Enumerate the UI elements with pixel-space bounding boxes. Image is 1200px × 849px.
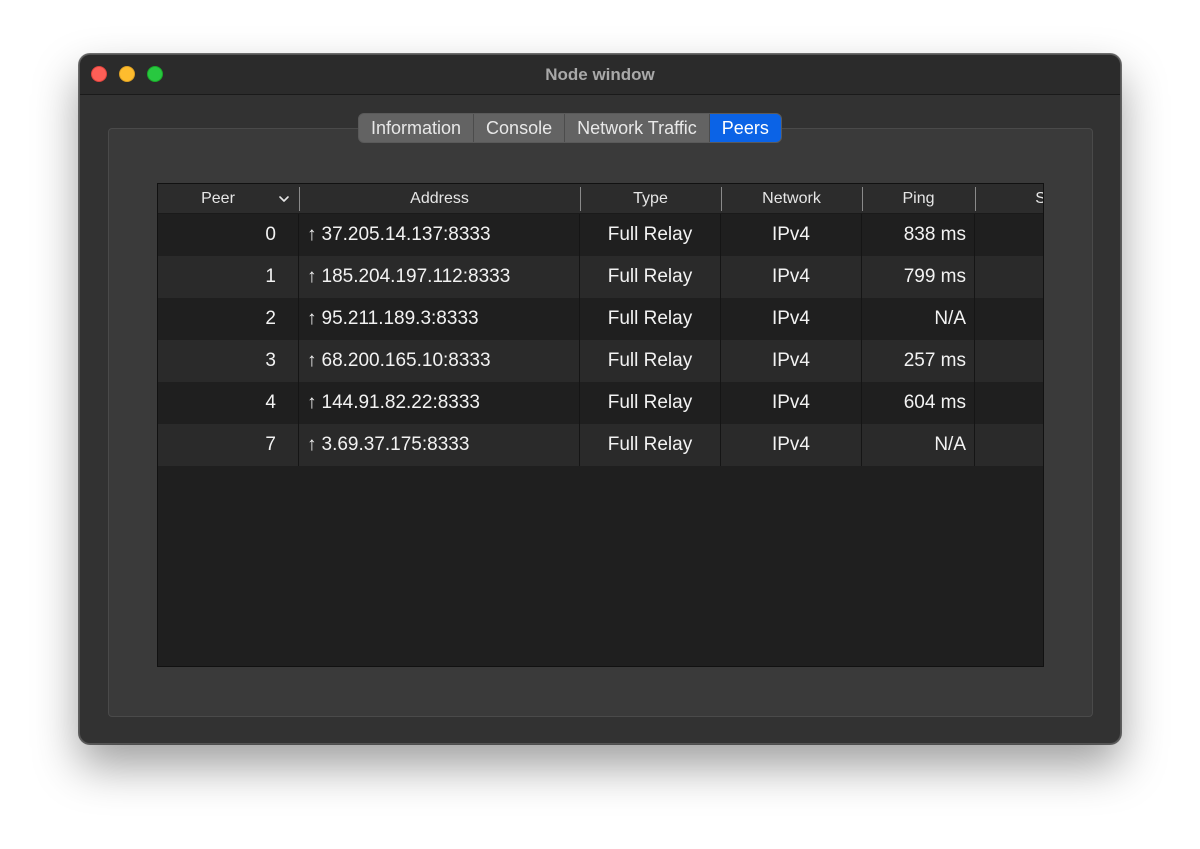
network-type: IPv4 xyxy=(721,340,862,382)
network-type: IPv4 xyxy=(721,298,862,340)
network-type: IPv4 xyxy=(721,256,862,298)
outbound-arrow-icon: ↑ xyxy=(307,392,317,413)
peer-id: 7 xyxy=(158,424,299,466)
address-text: 144.91.82.22:8333 xyxy=(321,392,481,413)
table-row[interactable]: 1 ↑ 185.204.197.112:8333 Full Relay IPv4 … xyxy=(158,256,1043,298)
column-header-network[interactable]: Network xyxy=(721,184,862,214)
peer-id: 2 xyxy=(158,298,299,340)
title-bar[interactable]: Node window xyxy=(80,55,1120,95)
column-header-address[interactable]: Address xyxy=(299,184,580,214)
ping-value: 838 ms xyxy=(862,214,975,256)
tab-bar: Information Console Network Traffic Peer… xyxy=(358,113,782,143)
tab-peers[interactable]: Peers xyxy=(709,114,781,142)
node-window: Node window Information Console Network … xyxy=(79,54,1121,744)
connection-type: Full Relay xyxy=(580,256,721,298)
sent-value xyxy=(975,214,1043,256)
sent-value xyxy=(975,298,1043,340)
connection-type: Full Relay xyxy=(580,424,721,466)
connection-type: Full Relay xyxy=(580,340,721,382)
outbound-arrow-icon: ↑ xyxy=(307,434,317,455)
outbound-arrow-icon: ↑ xyxy=(307,308,317,329)
outbound-arrow-icon: ↑ xyxy=(307,266,317,287)
table-row[interactable]: 2 ↑ 95.211.189.3:8333 Full Relay IPv4 N/A xyxy=(158,298,1043,340)
peers-table[interactable]: Peer Address Type Network Ping Se 0 ↑37.… xyxy=(157,183,1044,667)
connection-type: Full Relay xyxy=(580,298,721,340)
network-type: IPv4 xyxy=(721,214,862,256)
peer-id: 4 xyxy=(158,382,299,424)
table-row[interactable]: 7 ↑ 3.69.37.175:8333 Full Relay IPv4 N/A xyxy=(158,424,1043,466)
column-header-ping[interactable]: Ping xyxy=(862,184,975,214)
sent-value xyxy=(975,340,1043,382)
table-row[interactable]: 3 ↑ 68.200.165.10:8333 Full Relay IPv4 25… xyxy=(158,340,1043,382)
ping-value: N/A xyxy=(862,424,975,466)
address-text: 3.69.37.175:8333 xyxy=(321,434,470,455)
peer-address: ↑ 144.91.82.22:8333 xyxy=(299,382,580,424)
column-header-peer[interactable]: Peer xyxy=(158,184,278,214)
address-text: 37.205.14.137:8333 xyxy=(321,224,491,245)
address-text: 68.200.165.10:8333 xyxy=(321,350,491,371)
outbound-arrow-icon: ↑ xyxy=(307,224,317,245)
peer-address: ↑ 185.204.197.112:8333 xyxy=(299,256,580,298)
address-text: 95.211.189.3:8333 xyxy=(321,308,479,329)
table-row[interactable]: 4 ↑ 144.91.82.22:8333 Full Relay IPv4 604… xyxy=(158,382,1043,424)
ping-value: 799 ms xyxy=(862,256,975,298)
tab-console[interactable]: Console xyxy=(474,114,566,142)
chevron-down-icon[interactable] xyxy=(278,193,290,205)
window-title: Node window xyxy=(545,65,655,84)
network-type: IPv4 xyxy=(721,424,862,466)
sent-value xyxy=(975,424,1043,466)
table-header: Peer Address Type Network Ping Se xyxy=(158,184,1043,214)
ping-value: 257 ms xyxy=(862,340,975,382)
connection-type: Full Relay xyxy=(580,214,721,256)
table-row[interactable]: 0 ↑ 37.205.14.137:8333 Full Relay IPv4 83… xyxy=(158,214,1043,256)
outbound-arrow-icon: ↑ xyxy=(307,350,317,371)
column-header-sent[interactable]: Se xyxy=(975,184,1043,214)
peer-address: ↑ 68.200.165.10:8333 xyxy=(299,340,580,382)
tab-information[interactable]: Information xyxy=(359,114,475,142)
peer-address: ↑ 3.69.37.175:8333 xyxy=(299,424,580,466)
ping-value: 604 ms xyxy=(862,382,975,424)
connection-type: Full Relay xyxy=(580,382,721,424)
address-text: 185.204.197.112:8333 xyxy=(321,266,511,287)
tab-network-traffic[interactable]: Network Traffic xyxy=(565,114,710,142)
sent-value xyxy=(975,382,1043,424)
peer-id: 3 xyxy=(158,340,299,382)
peer-id: 1 xyxy=(158,256,299,298)
peer-address: ↑ 95.211.189.3:8333 xyxy=(299,298,580,340)
ping-value: N/A xyxy=(862,298,975,340)
column-header-type[interactable]: Type xyxy=(580,184,721,214)
peer-id: 0 xyxy=(158,214,299,256)
peer-address: ↑ 37.205.14.137:8333 xyxy=(299,214,580,256)
network-type: IPv4 xyxy=(721,382,862,424)
sent-value xyxy=(975,256,1043,298)
